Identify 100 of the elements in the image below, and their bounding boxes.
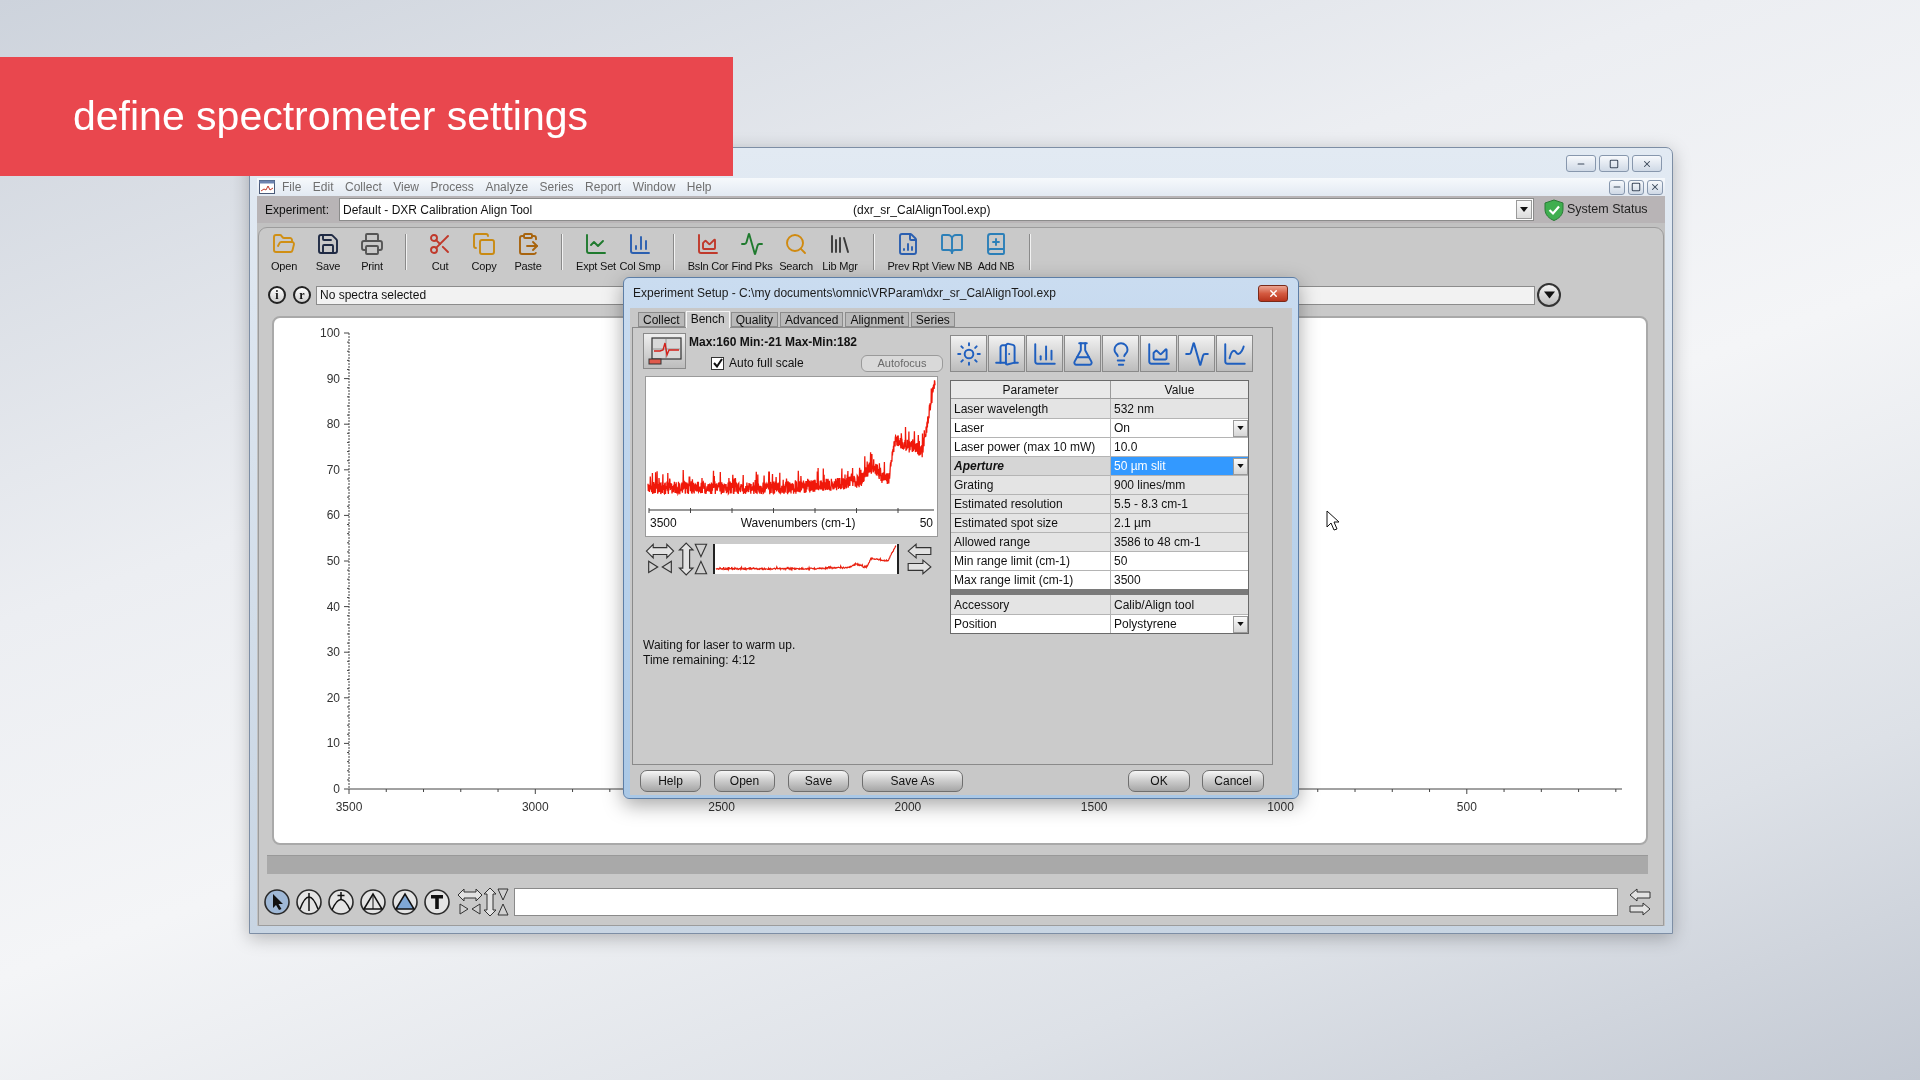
save-as-button[interactable]: Save As <box>862 770 963 792</box>
close-icon <box>1267 287 1279 299</box>
horizontal-zoom-icon[interactable] <box>645 542 675 576</box>
tab[interactable]: Collect <box>638 312 685 327</box>
toolbar-button[interactable]: Add NB <box>974 230 1018 276</box>
save-button[interactable]: Save <box>788 770 849 792</box>
value-dropdown[interactable]: Polystyrene <box>1111 615 1248 633</box>
tab[interactable]: Quality <box>730 312 779 327</box>
tool-button[interactable] <box>1140 335 1177 372</box>
toolbar-button[interactable]: View NB <box>930 230 974 276</box>
tool-button[interactable] <box>1216 335 1253 372</box>
restore-button[interactable] <box>1628 179 1644 195</box>
menu-item[interactable]: Edit <box>312 179 334 195</box>
help-button[interactable]: Help <box>640 770 701 792</box>
search-icon <box>784 232 808 256</box>
menu-item[interactable]: Analyze <box>485 179 529 195</box>
axis-label: 40 <box>326 599 340 614</box>
tab[interactable]: Alignment <box>845 312 909 327</box>
close-icon <box>1642 158 1652 169</box>
tool-button[interactable] <box>1064 335 1101 372</box>
maximize-button[interactable] <box>1599 155 1629 172</box>
filled-peak-icon[interactable] <box>392 889 418 915</box>
axis-label: 1000 <box>1267 800 1294 814</box>
toolbar-button[interactable]: Copy <box>462 230 506 276</box>
minimize-button[interactable] <box>1566 155 1596 172</box>
restore-icon <box>1631 182 1641 192</box>
dropdown-button[interactable] <box>1537 283 1561 307</box>
horizontal-zoom-icon[interactable] <box>457 887 483 917</box>
cancel-button[interactable]: Cancel <box>1202 770 1264 792</box>
tool-button[interactable] <box>1102 335 1139 372</box>
swap-arrows-icon[interactable] <box>1629 887 1651 917</box>
toolbar-button[interactable]: Search <box>774 230 818 276</box>
menu-item[interactable]: Series <box>539 179 574 195</box>
axis-label: 2000 <box>894 800 922 814</box>
toolbar-button[interactable]: Print <box>350 230 394 276</box>
close-button[interactable] <box>1258 284 1288 302</box>
circle-letter-button[interactable]: r <box>293 286 311 304</box>
system-status-button[interactable]: System Status <box>1544 198 1648 221</box>
menu-item[interactable]: File <box>282 179 302 195</box>
axis-label: 500 <box>1456 800 1477 814</box>
menu-item[interactable]: Process <box>430 179 474 195</box>
clipboard-icon <box>516 232 540 256</box>
axis-label: 3500 <box>335 800 363 814</box>
axis-label: 90 <box>326 371 340 386</box>
value-dropdown[interactable]: On <box>1111 419 1248 437</box>
toolbar-button[interactable]: Lib Mgr <box>818 230 862 276</box>
menu-item[interactable]: Collect <box>345 179 382 195</box>
toolbar-button[interactable]: Save <box>306 230 350 276</box>
report-chart-icon <box>896 232 920 256</box>
tool-button[interactable] <box>1026 335 1063 372</box>
dropdown-arrow-button[interactable] <box>1233 419 1248 437</box>
toolbar-button[interactable]: Open <box>262 230 306 276</box>
toolbar-button[interactable]: Cut <box>418 230 462 276</box>
swap-arrows-icon[interactable] <box>907 542 932 576</box>
down-triangle-icon <box>1237 426 1244 430</box>
tool-button[interactable] <box>950 335 987 372</box>
axis-label: 100 <box>319 326 340 340</box>
peak-plus-icon[interactable] <box>328 889 354 915</box>
dialog-title: Experiment Setup - C:\my documents\omnic\VRParam\dxr_sr_CalAlignTool.exp <box>632 285 1056 302</box>
value-cell: 5.5 - 8.3 cm-1 <box>1111 495 1248 513</box>
dropdown-arrow-button[interactable] <box>1233 457 1248 475</box>
experiment-dropdown[interactable]: Default - DXR Calibration Align Tool (dxr_sr_CalAlignTool.exp) <box>339 198 1534 221</box>
experiment-name: Default - DXR Calibration Align Tool <box>343 201 534 219</box>
triangle-peak-icon[interactable] <box>360 889 386 915</box>
tool-button[interactable] <box>1178 335 1215 372</box>
tool-button[interactable] <box>988 335 1025 372</box>
close-button[interactable] <box>1647 179 1663 195</box>
tab[interactable]: Series <box>910 312 955 327</box>
axis-label: 3000 <box>521 800 549 814</box>
minimize-button[interactable] <box>1609 179 1625 195</box>
menu-item[interactable]: Window <box>632 179 676 195</box>
input-field[interactable] <box>514 888 1618 916</box>
info-button[interactable]: i <box>268 286 286 304</box>
toolbar-button[interactable]: Prev Rpt <box>886 230 930 276</box>
axis-label: 30 <box>326 645 340 660</box>
parameter-cell: Allowed range <box>951 533 1111 551</box>
toolbar-button[interactable]: Col Smp <box>618 230 662 276</box>
scissors-icon <box>428 232 452 256</box>
status-text: Time remaining: 4:12 <box>643 653 757 668</box>
printer-icon <box>360 232 384 256</box>
checkbox[interactable] <box>711 356 724 370</box>
dropdown-arrow-button[interactable] <box>1233 615 1248 633</box>
spectrum-view-button[interactable] <box>643 333 686 369</box>
ok-button[interactable]: OK <box>1128 770 1190 792</box>
toolbar-button[interactable]: Find Pks <box>730 230 774 276</box>
tab[interactable]: Advanced <box>780 312 844 327</box>
menu-item[interactable]: View <box>393 179 419 195</box>
tab[interactable]: Bench <box>685 311 730 328</box>
menu-item[interactable]: Help <box>686 179 712 195</box>
toolbar-button[interactable]: Bsln Cor <box>686 230 730 276</box>
dropdown-arrow-button[interactable] <box>1516 200 1532 219</box>
toolbar-button[interactable]: Paste <box>506 230 550 276</box>
close-button[interactable] <box>1632 155 1662 172</box>
chart-window-icon <box>259 180 275 194</box>
toolbar-button[interactable]: Expt Set <box>574 230 618 276</box>
text-tool-icon[interactable] <box>424 889 450 915</box>
vertical-zoom-icon[interactable] <box>483 887 509 917</box>
menu-item[interactable]: Report <box>585 179 622 195</box>
open-button[interactable]: Open <box>714 770 775 792</box>
vertical-zoom-icon[interactable] <box>678 542 708 576</box>
